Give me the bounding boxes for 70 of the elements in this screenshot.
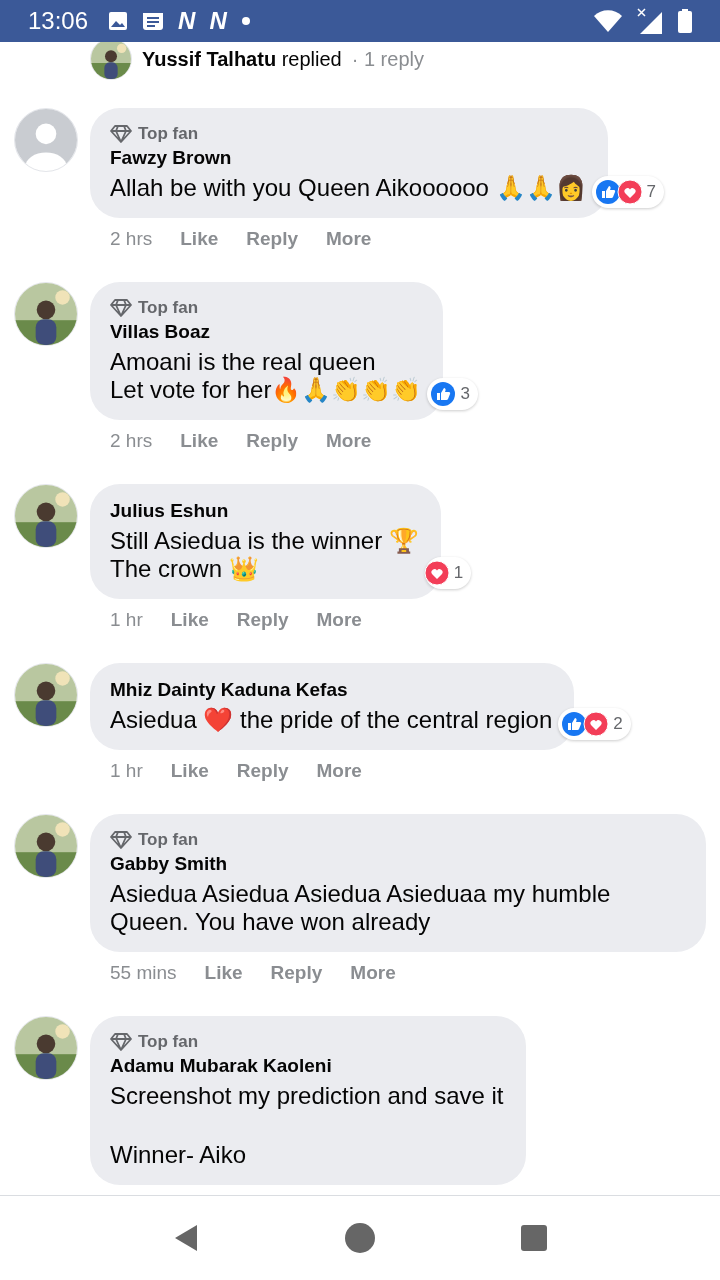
- comment-time: 2 hrs: [110, 228, 153, 250]
- comment-author: Julius Eshun: [110, 500, 230, 522]
- comment-action-button[interactable]: More: [316, 609, 362, 631]
- comment-action-button[interactable]: Reply: [236, 609, 289, 631]
- home-icon[interactable]: [345, 1223, 375, 1253]
- comment-text: Amoani is the real queen: [110, 348, 376, 375]
- comment-action-button[interactable]: More: [316, 760, 362, 782]
- image-icon: [108, 11, 129, 31]
- comment-text: Winner- Aiko: [110, 1141, 248, 1169]
- diamond-icon: [110, 299, 132, 317]
- back-icon[interactable]: [173, 1223, 199, 1253]
- comment-author: Fawzy Brown: [110, 147, 233, 169]
- dot-icon: [240, 16, 251, 26]
- top-fan-label: Top fan: [138, 1032, 199, 1052]
- diamond-icon: [110, 125, 132, 143]
- top-fan-label: Top fan: [138, 830, 199, 850]
- reaction-count: 1: [453, 563, 464, 583]
- top-fan-label: Top fan: [138, 124, 199, 144]
- comment-action-button[interactable]: Like: [180, 228, 219, 250]
- wifi-icon: [594, 10, 622, 32]
- diamond-icon: [110, 831, 132, 849]
- comment-text: Allah be with you Queen Aikoooooo 🙏🙏👩: [110, 174, 586, 202]
- comment-action-button[interactable]: Like: [180, 430, 219, 452]
- comment-action-button[interactable]: Like: [204, 962, 243, 984]
- comment-time: 2 hrs: [110, 430, 153, 452]
- reaction-count: 7: [646, 182, 657, 202]
- reaction-count: 2: [613, 714, 623, 734]
- comment-action-button[interactable]: More: [326, 228, 372, 250]
- like-reaction-icon: [430, 381, 457, 407]
- diamond-icon: [110, 1033, 132, 1051]
- reply-count-link[interactable]: · 1 reply: [351, 47, 424, 71]
- love-reaction-icon: [423, 560, 450, 586]
- reactions-badge[interactable]: 2: [558, 708, 631, 740]
- app-notification-icon: N: [209, 7, 227, 35]
- comment-text: Asiedua ❤ the pride of the central region: [110, 706, 553, 734]
- love-reaction-icon: [583, 711, 610, 737]
- comment-text: The crown 👑: [110, 555, 260, 583]
- comment-action-button[interactable]: Reply: [236, 760, 289, 782]
- signal-icon: [636, 8, 664, 34]
- comment-action-button[interactable]: Reply: [246, 228, 299, 250]
- reactions-badge[interactable]: 3: [427, 378, 478, 410]
- comment-author: Gabby Smith: [110, 853, 229, 875]
- comment-action-button[interactable]: More: [350, 962, 396, 984]
- comment-action-button[interactable]: Like: [170, 760, 209, 782]
- comment-text: Let vote for her🔥🙏👏👏👏: [110, 376, 422, 404]
- comment-action-button[interactable]: More: [326, 430, 372, 452]
- comment-text: Asiedua Asiedua Asiedua Asieduaa my humble Queen. You have won already: [110, 880, 612, 936]
- like-reaction-icon: [594, 179, 621, 205]
- comment-author: Adamu Mubarak Kaoleni: [110, 1055, 333, 1077]
- reply-summary: Yussif Talhatu replied: [142, 47, 342, 71]
- comment-author: Villas Boaz: [110, 321, 211, 343]
- app-notification-icon: N: [178, 7, 196, 35]
- comment-time: 1 hr: [110, 609, 143, 631]
- comment-action-button[interactable]: Reply: [246, 430, 299, 452]
- comment-action-button[interactable]: Like: [170, 609, 209, 631]
- comment-action-button[interactable]: Reply: [270, 962, 323, 984]
- comment-time: 55 mins: [110, 962, 177, 984]
- reactions-badge[interactable]: 1: [424, 557, 472, 589]
- comment-text: Still Asiedua is the winner 🏆: [110, 527, 419, 555]
- love-reaction-icon: [616, 179, 643, 205]
- comment-text: Screenshot my prediction and save it: [110, 1082, 504, 1110]
- comment-author: Mhiz Dainty Kaduna Kefas: [110, 679, 349, 701]
- reaction-count: 3: [460, 384, 470, 404]
- battery-icon: [678, 9, 692, 33]
- comment-time: 1 hr: [110, 760, 143, 782]
- reactions-badge[interactable]: 7: [591, 176, 665, 208]
- like-reaction-icon: [561, 711, 588, 737]
- top-fan-label: Top fan: [138, 298, 199, 318]
- news-icon: [142, 11, 165, 31]
- clock: 13:06: [28, 7, 89, 35]
